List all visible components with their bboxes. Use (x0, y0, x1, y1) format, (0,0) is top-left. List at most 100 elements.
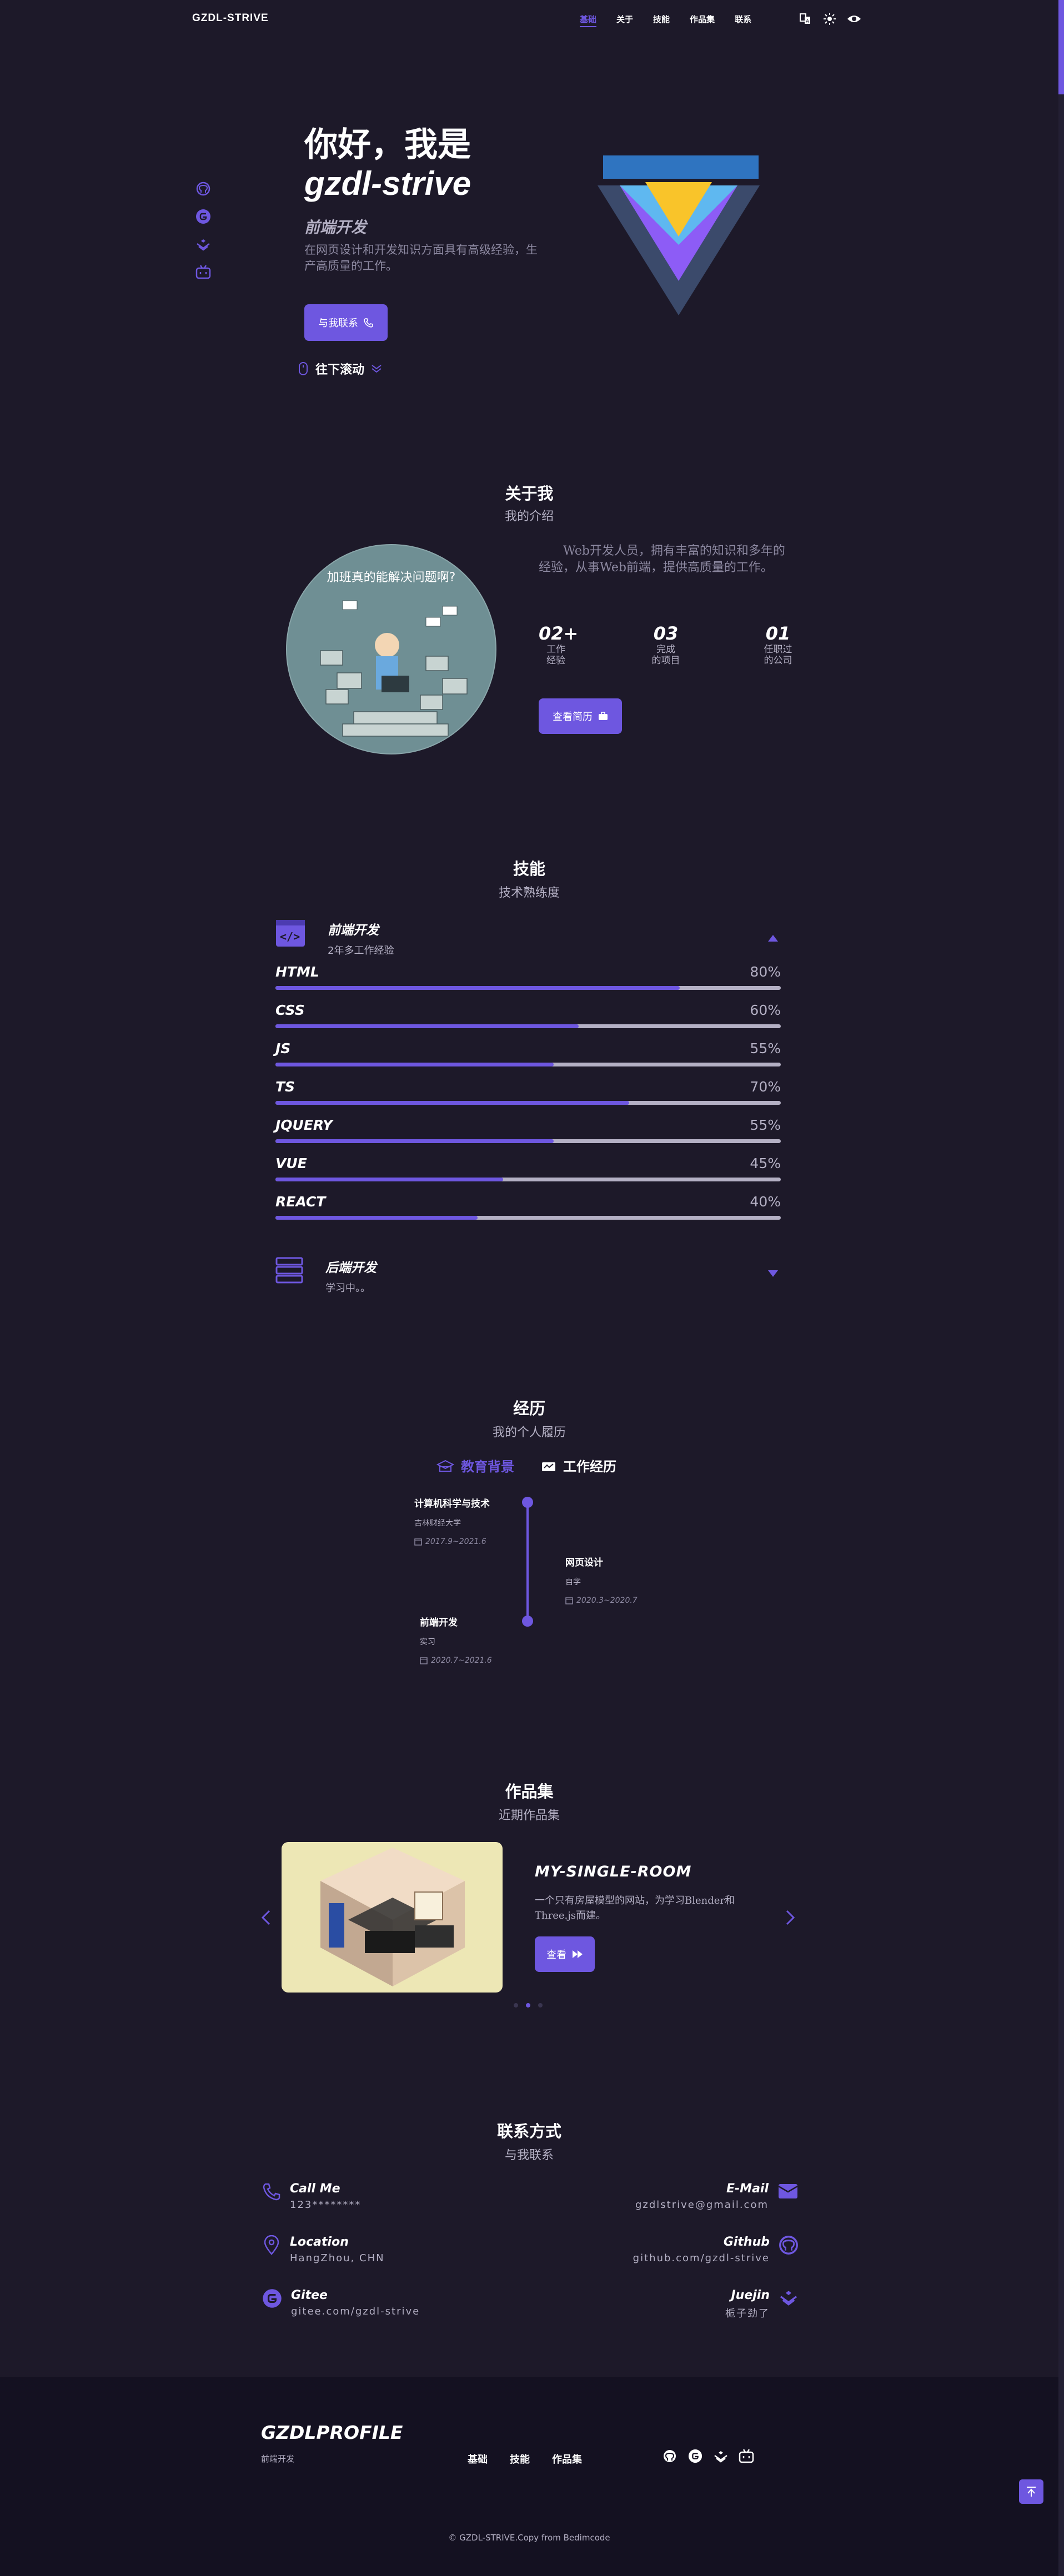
header-nav: GZDL-STRIVE 基础 关于 技能 作品集 联系 A (0, 0, 1058, 39)
gitee-icon[interactable] (194, 208, 212, 225)
about-subtitle: 我的介绍 (504, 510, 554, 524)
eye-icon[interactable] (846, 11, 862, 27)
stat-companies-label2: 的公司 (764, 655, 792, 666)
carousel-dot[interactable] (514, 2003, 518, 2008)
contact-email[interactable]: E-Mail gzdlstrive@gmail.com (620, 2182, 799, 2211)
timeline-item-date-text: 2017.9~2021.6 (425, 1537, 486, 1546)
stat-projects-label2: 的项目 (651, 655, 680, 666)
github-icon[interactable] (662, 2448, 677, 2464)
contact-call-value: 123******** (290, 2199, 362, 2211)
scroll-down-label: 往下滚动 (315, 363, 365, 377)
scrollbar-thumb[interactable] (1058, 0, 1064, 94)
carousel-dot-active[interactable] (526, 2003, 530, 2008)
contact-me-button[interactable]: 与我联系 (304, 304, 388, 341)
nav-links: 基础 关于 技能 作品集 联系 (580, 13, 751, 27)
bilibili-icon[interactable] (739, 2448, 754, 2464)
contact-gitee-value: gitee.com/gzdl-strive (291, 2306, 420, 2317)
view-resume-button[interactable]: 查看简历 (539, 698, 622, 734)
carousel-dot[interactable] (538, 2003, 543, 2008)
carousel-next-icon[interactable] (782, 1906, 799, 1929)
skill-bar-track (275, 1139, 781, 1143)
contact-juejin-value: 栀子劲了 (725, 2308, 770, 2320)
about-image: 加班真的能解决问题啊? (286, 544, 496, 754)
view-project-button[interactable]: 查看 (535, 1936, 595, 1972)
timeline-item-1: 计算机科学与技术 吉林财经大学 2017.9~2021.6 (414, 1496, 490, 1546)
scrollbar-track[interactable] (1058, 0, 1064, 2576)
skill-bar-fill (275, 1063, 554, 1066)
timeline-item-subtitle: 自学 (565, 1578, 581, 1587)
backend-subtitle: 学习中。。 (325, 1282, 370, 1294)
stat-experience-label2: 经验 (546, 655, 565, 666)
tab-education-label: 教育背景 (461, 1459, 514, 1475)
timeline-item-subtitle: 吉林财经大学 (414, 1519, 461, 1528)
contact-github[interactable]: Github github.com/gzdl-strive (564, 2235, 799, 2264)
chevron-down-icon[interactable] (767, 1269, 779, 1280)
skill-percent: 40% (750, 1194, 781, 1210)
skill-name: CSS (275, 1002, 305, 1018)
github-icon (779, 2236, 798, 2255)
backend-title: 后端开发 (325, 1261, 377, 1275)
nav-link-about[interactable]: 关于 (616, 13, 633, 27)
footer-subtitle: 前端开发 (261, 2454, 295, 2464)
juejin-icon[interactable] (194, 235, 212, 253)
frontend-skills-header[interactable]: </> 前端开发 2年多工作经验 (275, 919, 394, 957)
timeline-item-title: 计算机科学与技术 (414, 1498, 490, 1510)
calendar-icon (565, 1597, 573, 1604)
contact-location-title: Location (290, 2235, 349, 2249)
site-logo[interactable]: GZDL-STRIVE (192, 12, 269, 24)
skill-percent: 55% (750, 1040, 781, 1056)
contact-gitee[interactable]: Gitee gitee.com/gzdl-strive (262, 2288, 420, 2317)
contact-juejin[interactable]: Juejin 栀子劲了 (620, 2288, 799, 2320)
sun-icon[interactable] (822, 11, 837, 27)
briefcase-icon (542, 1462, 555, 1471)
qualification-subtitle: 我的个人履历 (492, 1426, 566, 1440)
skills-title: 技能 (513, 859, 545, 878)
tab-work[interactable]: 工作经历 (541, 1456, 616, 1475)
nav-link-skills[interactable]: 技能 (653, 13, 670, 27)
view-resume-label: 查看简历 (553, 711, 593, 723)
stat-experience-label1: 工作 (546, 644, 565, 655)
stat-projects-number: 03 (653, 623, 679, 644)
stat-experience-number: 02+ (539, 623, 579, 644)
skill-name: JS (275, 1040, 291, 1056)
juejin-icon[interactable] (713, 2448, 729, 2464)
footer-link-portfolio[interactable]: 作品集 (552, 2452, 582, 2466)
chevron-up-icon[interactable] (767, 934, 779, 944)
footer-copyright: © GZDL-STRIVE.Copy from Bedimcode (448, 2533, 610, 2543)
nav-link-home[interactable]: 基础 (580, 13, 597, 27)
footer-link-skills[interactable]: 技能 (510, 2452, 530, 2466)
tab-work-label: 工作经历 (563, 1459, 616, 1475)
hero-name: gzdl-strive (304, 165, 471, 202)
mouse-icon (299, 362, 308, 375)
github-icon[interactable] (194, 180, 212, 198)
contact-call[interactable]: Call Me 123******** (262, 2182, 361, 2211)
hero-description: 在网页设计和开发知识方面具有高级经验，生产高质量的工作。 (304, 243, 538, 273)
nav-link-contact[interactable]: 联系 (735, 13, 751, 27)
scroll-down[interactable]: 往下滚动 (298, 360, 382, 378)
skill-percent: 45% (750, 1155, 781, 1171)
scroll-to-top-button[interactable] (1019, 2479, 1043, 2504)
carousel-prev-icon[interactable] (258, 1906, 274, 1929)
frontend-title: 前端开发 (328, 923, 379, 938)
stat-companies: 01 任职过 的公司 (760, 623, 796, 666)
portfolio-subtitle: 近期作品集 (498, 1809, 560, 1823)
contact-juejin-title: Juejin (731, 2288, 770, 2302)
footer-link-home[interactable]: 基础 (468, 2452, 488, 2466)
skill-bar-track (275, 1101, 781, 1105)
carousel-dots (514, 2003, 543, 2008)
hero-image (595, 153, 762, 320)
gitee-icon[interactable] (687, 2448, 703, 2464)
bilibili-icon[interactable] (194, 263, 212, 281)
skill-bar-track (275, 986, 781, 990)
backend-skills-header[interactable]: 后端开发 学习中。。 (275, 1257, 377, 1295)
stat-companies-label1: 任职过 (764, 644, 792, 655)
skill-bar-track (275, 1178, 781, 1181)
nav-link-portfolio[interactable]: 作品集 (690, 13, 715, 27)
qualification-title: 经历 (513, 1399, 545, 1418)
skill-name: VUE (275, 1155, 307, 1171)
language-icon[interactable]: A (797, 11, 813, 27)
contact-location[interactable]: Location HangZhou, CHN (262, 2235, 385, 2264)
timeline-dot (522, 1497, 533, 1508)
tab-education[interactable]: 教育背景 (436, 1456, 514, 1475)
contact-github-value: github.com/gzdl-strive (633, 2252, 770, 2264)
